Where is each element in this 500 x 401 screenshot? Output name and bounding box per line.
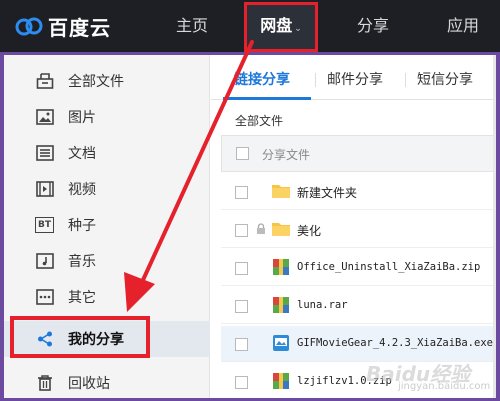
sidebar-item-music[interactable]: 音乐 <box>4 243 210 279</box>
row-checkbox[interactable] <box>235 224 248 237</box>
file-name[interactable]: 美化 <box>297 222 321 239</box>
folder-icon <box>272 185 290 198</box>
table-row[interactable]: 美化 <box>221 212 496 248</box>
frame-border <box>496 52 500 401</box>
sidebar-item-label: 音乐 <box>68 254 96 270</box>
document-icon <box>35 143 55 163</box>
frame-border <box>0 52 4 401</box>
video-icon <box>35 179 55 199</box>
sidebar-item-videos[interactable]: 视频 <box>4 171 210 207</box>
sidebar-item-documents[interactable]: 文档 <box>4 135 210 171</box>
chevron-down-icon: ⌄ <box>294 24 302 34</box>
watermark-url: jingyan.baidu.com <box>398 381 491 392</box>
select-all-checkbox[interactable] <box>236 147 249 160</box>
baidu-cloud-logo[interactable]: 百度云 <box>14 13 111 40</box>
breadcrumb[interactable]: 全部文件 <box>235 112 283 129</box>
row-checkbox[interactable] <box>235 300 248 313</box>
trash-icon <box>35 373 55 393</box>
bt-badge-label: BT <box>38 220 51 230</box>
active-tab-indicator <box>223 97 311 100</box>
main-panel: 链接分享 邮件分享 短信分享 全部文件 分享文件 新建文件夹 美化 Office… <box>211 55 496 400</box>
sidebar-item-label: 文档 <box>68 146 96 162</box>
sidebar-item-label: 图片 <box>68 110 96 126</box>
nav-netdisk[interactable]: 网盘 ⌄ <box>244 2 318 52</box>
file-name[interactable]: GIFMovieGear_4.2.3_XiaZaiBa.exe <box>297 337 493 349</box>
brand-name: 百度云 <box>48 15 111 40</box>
sidebar-item-all-files[interactable]: 全部文件 <box>4 63 210 99</box>
row-checkbox[interactable] <box>235 186 248 199</box>
sidebar-item-label: 视频 <box>68 182 96 198</box>
share-tabs: 链接分享 邮件分享 短信分享 <box>211 55 496 100</box>
table-row[interactable]: GIFMovieGear_4.2.3_XiaZaiBa.exe <box>221 326 496 362</box>
column-header-shared-file: 分享文件 <box>262 148 311 162</box>
lock-icon <box>257 223 265 234</box>
tab-divider <box>315 73 316 87</box>
music-icon <box>35 251 55 271</box>
sidebar-item-label: 其它 <box>68 290 96 306</box>
annotation-highlight-box <box>10 316 150 358</box>
frame-border <box>0 52 500 55</box>
file-name[interactable]: Office_Uninstall_XiaZaiBa.zip <box>297 261 480 273</box>
more-icon <box>35 287 55 307</box>
row-checkbox[interactable] <box>235 262 248 275</box>
nav-apps[interactable]: 应用 <box>447 0 479 52</box>
table-row[interactable]: Office_Uninstall_XiaZaiBa.zip <box>221 250 496 286</box>
row-checkbox[interactable] <box>235 376 248 389</box>
image-icon <box>35 107 55 127</box>
folder-icon <box>272 223 290 236</box>
bt-torrent-icon: BT <box>35 217 54 233</box>
nav-home[interactable]: 主页 <box>176 0 208 52</box>
row-checkbox[interactable] <box>235 338 248 351</box>
nav-share[interactable]: 分享 <box>357 0 389 52</box>
sidebar-item-label: 种子 <box>68 218 96 234</box>
tab-sms-share[interactable]: 短信分享 <box>417 69 473 89</box>
cloud-logo-icon <box>15 17 43 36</box>
table-header: 分享文件 <box>221 135 496 172</box>
sidebar-item-label: 回收站 <box>68 376 110 392</box>
tab-link-share[interactable]: 链接分享 <box>234 69 290 89</box>
sidebar-item-recycle-bin[interactable]: 回收站 <box>4 365 210 401</box>
sidebar-item-torrents[interactable]: BT 种子 <box>4 207 210 243</box>
nav-netdisk-label: 网盘 <box>260 16 293 35</box>
sidebar-item-images[interactable]: 图片 <box>4 99 210 135</box>
archive-file-icon <box>273 297 289 313</box>
archive-file-icon <box>273 259 289 275</box>
file-name[interactable]: 新建文件夹 <box>297 184 357 201</box>
archive-file-icon <box>273 373 289 389</box>
table-row[interactable]: luna.rar <box>221 288 496 324</box>
sidebar-item-label: 全部文件 <box>68 74 124 90</box>
all-files-icon <box>35 71 55 91</box>
exe-file-icon <box>273 335 289 351</box>
top-navigation-bar: 百度云 主页 网盘 ⌄ 分享 应用 <box>0 0 500 52</box>
tab-divider <box>405 73 406 87</box>
table-row[interactable]: 新建文件夹 <box>221 174 496 210</box>
tab-email-share[interactable]: 邮件分享 <box>327 69 383 89</box>
sidebar-item-others[interactable]: 其它 <box>4 279 210 315</box>
file-name[interactable]: luna.rar <box>297 299 348 311</box>
